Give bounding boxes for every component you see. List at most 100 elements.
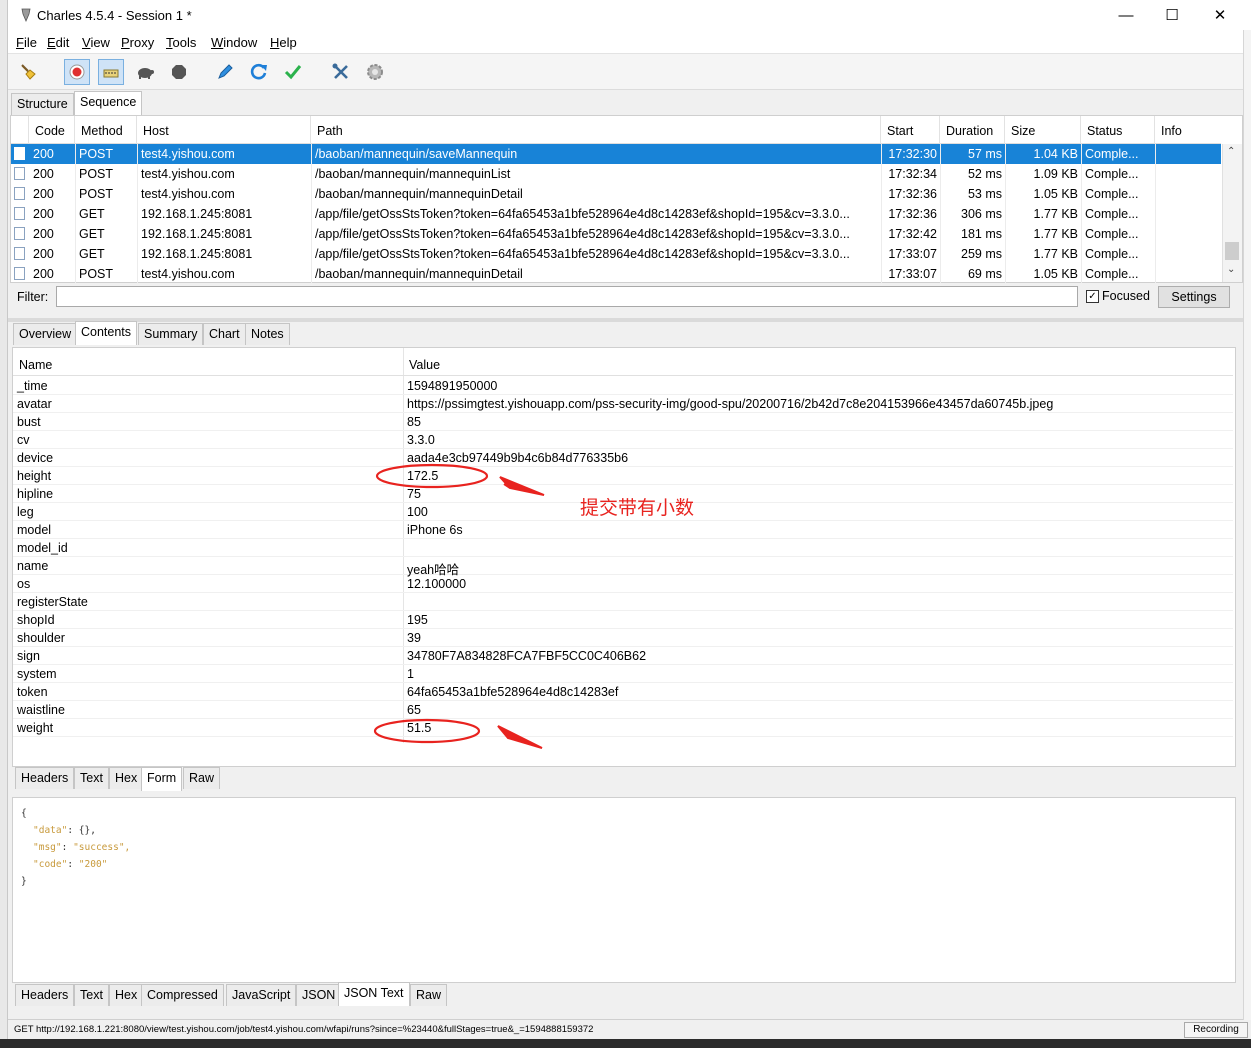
menu-edit[interactable]: Edit — [47, 35, 69, 50]
tab-sequence[interactable]: Sequence — [74, 91, 143, 115]
session-row[interactable]: 200 POST test4.yishou.com/baoban/mannequin… — [11, 184, 1221, 204]
form-row-height[interactable]: height 172.5 — [13, 467, 1233, 485]
scroll-thumb[interactable] — [1225, 242, 1239, 260]
tab-structure[interactable]: Structure — [11, 93, 74, 115]
form-field-value: 1594891950000 — [407, 379, 498, 393]
scroll-down-icon[interactable]: ⌄ — [1227, 264, 1235, 275]
json-value: "success", — [73, 842, 131, 853]
cell-start: 17:32:42 — [888, 227, 937, 241]
request-form-table: Name Value _time 1594891950000 avatar https… — [12, 347, 1236, 767]
form-field-name: bust — [17, 415, 41, 429]
close-button[interactable]: ✕ — [1197, 0, 1243, 31]
session-row[interactable]: 200 POST test4.yishou.com/baoban/mannequin… — [11, 164, 1221, 184]
session-row[interactable]: 200 GET 192.168.1.245:8081/app/file/getOss… — [11, 204, 1221, 224]
request-tab-form[interactable]: Form — [141, 767, 183, 791]
response-tab-json-text[interactable]: JSON Text — [338, 982, 410, 1006]
cell-method: POST — [79, 167, 114, 181]
tab-summary[interactable]: Summary — [138, 323, 204, 345]
response-tab-compressed[interactable]: Compressed — [141, 984, 224, 1006]
pane-splitter[interactable] — [8, 318, 1243, 322]
cell-start: 17:33:07 — [888, 267, 937, 281]
response-tab-json[interactable]: JSON — [296, 984, 342, 1006]
maximize-button[interactable]: ☐ — [1149, 0, 1195, 31]
form-row-avatar[interactable]: avatar https://pssimgtest.yishouapp.com/p… — [13, 395, 1233, 413]
column-header-path[interactable]: Path — [311, 116, 881, 144]
tab-overview[interactable]: Overview — [13, 323, 78, 345]
charles-app-icon — [21, 8, 31, 22]
tools-icon[interactable] — [328, 59, 354, 85]
column-header-host[interactable]: Host — [137, 116, 311, 144]
session-row[interactable]: 200 POST test4.yishou.com/baoban/mannequin… — [11, 264, 1221, 284]
session-row[interactable]: 200 GET 192.168.1.245:8081/app/file/getOss… — [11, 244, 1221, 264]
column-header-size[interactable]: Size — [1005, 116, 1081, 144]
response-tab-raw[interactable]: Raw — [410, 984, 448, 1006]
column-header-code[interactable]: Code — [29, 116, 75, 144]
cell-code: 200 — [33, 247, 54, 261]
response-tab-text[interactable]: Text — [74, 984, 109, 1006]
settings-gear-icon[interactable] — [362, 59, 388, 85]
form-row-system[interactable]: system 1 — [13, 665, 1233, 683]
form-row-model[interactable]: model iPhone 6s — [13, 521, 1233, 539]
column-header-info[interactable]: Info — [1155, 116, 1221, 144]
minimize-button[interactable]: — — [1103, 0, 1149, 31]
form-row-os[interactable]: os 12.100000 — [13, 575, 1233, 593]
request-tab-raw[interactable]: Raw — [183, 767, 221, 789]
cell-status: Comple... — [1085, 207, 1139, 221]
menu-tools[interactable]: Tools — [166, 35, 196, 50]
form-row-bust[interactable]: bust 85 — [13, 413, 1233, 431]
response-tab-javascript[interactable]: JavaScript — [226, 984, 297, 1006]
cell-duration: 306 ms — [961, 207, 1002, 221]
form-field-name: sign — [17, 649, 40, 663]
tab-notes[interactable]: Notes — [245, 323, 290, 345]
session-row[interactable]: 200 POST test4.yishou.com/baoban/mannequin… — [11, 144, 1221, 164]
form-row-shopId[interactable]: shopId 195 — [13, 611, 1233, 629]
response-json-view[interactable]: { "data": {}, "msg": "success", "code": … — [12, 797, 1236, 983]
form-row--time[interactable]: _time 1594891950000 — [13, 377, 1233, 395]
column-header-method[interactable]: Method — [75, 116, 137, 144]
response-tab-headers[interactable]: Headers — [15, 984, 75, 1006]
filter-input[interactable] — [56, 286, 1078, 307]
settings-button[interactable]: Settings — [1158, 286, 1230, 308]
form-row-token[interactable]: token 64fa65453a1bfe528964e4d8c14283ef — [13, 683, 1233, 701]
session-table-scrollbar[interactable]: ⌃ ⌄ — [1222, 144, 1242, 282]
column-header-start[interactable]: Start — [881, 116, 940, 144]
refresh-icon[interactable] — [246, 59, 272, 85]
json-key: "msg" — [33, 842, 62, 853]
column-header-status[interactable]: Status — [1081, 116, 1155, 144]
request-tab-hex[interactable]: Hex — [109, 767, 144, 789]
menu-view[interactable]: View — [82, 35, 110, 50]
form-row-sign[interactable]: sign 34780F7A834828FCA7FBF5CC0C406B62 — [13, 647, 1233, 665]
request-tab-headers[interactable]: Headers — [15, 767, 75, 789]
validate-check-icon[interactable] — [280, 59, 306, 85]
form-row-registerState[interactable]: registerState — [13, 593, 1233, 611]
menu-help[interactable]: Help — [270, 35, 297, 50]
form-row-device[interactable]: device aada4e3cb97449b9b4c6b84d776335b6 — [13, 449, 1233, 467]
form-field-name: shoulder — [17, 631, 65, 645]
menu-window[interactable]: Window — [211, 35, 257, 50]
form-row-shoulder[interactable]: shoulder 39 — [13, 629, 1233, 647]
compose-pen-icon[interactable] — [212, 59, 238, 85]
turtle-icon[interactable] — [132, 59, 158, 85]
column-header-duration[interactable]: Duration — [940, 116, 1005, 144]
form-row-cv[interactable]: cv 3.3.0 — [13, 431, 1233, 449]
form-row-model-id[interactable]: model_id — [13, 539, 1233, 557]
recording-indicator[interactable]: Recording — [1184, 1022, 1248, 1038]
menu-file[interactable]: File — [16, 35, 37, 50]
tab-chart[interactable]: Chart — [203, 323, 246, 345]
cell-path: /app/file/getOssStsToken?token=64fa65453… — [315, 207, 850, 221]
response-tab-hex[interactable]: Hex — [109, 984, 144, 1006]
throttle-icon[interactable] — [98, 59, 124, 85]
form-row-waistline[interactable]: waistline 65 — [13, 701, 1233, 719]
tab-contents[interactable]: Contents — [75, 321, 138, 345]
cell-path: /baoban/mannequin/saveMannequin — [315, 147, 518, 161]
breakpoint-stop-icon[interactable] — [166, 59, 192, 85]
scroll-up-icon[interactable]: ⌃ — [1227, 146, 1235, 157]
focused-checkbox[interactable]: ✓ — [1086, 290, 1099, 303]
menu-proxy[interactable]: Proxy — [121, 35, 154, 50]
request-tab-text[interactable]: Text — [74, 767, 109, 789]
record-icon[interactable] — [64, 59, 90, 85]
form-row-weight[interactable]: weight 51.5 — [13, 719, 1233, 737]
form-row-name[interactable]: name yeah哈哈 — [13, 557, 1233, 577]
broom-clear-icon[interactable] — [16, 59, 42, 85]
session-row[interactable]: 200 GET 192.168.1.245:8081/app/file/getOss… — [11, 224, 1221, 244]
